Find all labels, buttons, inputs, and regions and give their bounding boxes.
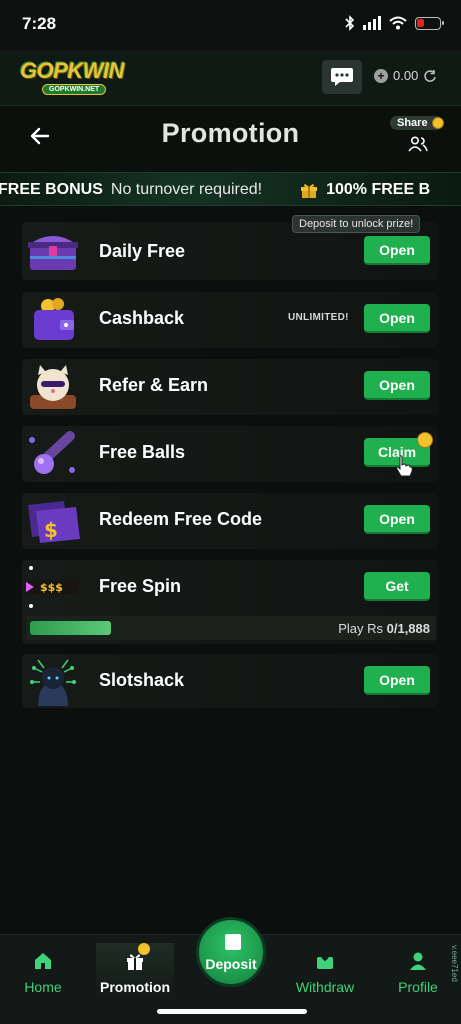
wallet-balance[interactable]: + 0.00 bbox=[374, 68, 437, 83]
promotion-coin-icon bbox=[138, 943, 150, 955]
promo-daily-free[interactable]: Daily Free Deposit to unlock prize! Open bbox=[22, 215, 438, 280]
progress-value: 0/1,888 bbox=[386, 621, 430, 636]
ticket-icon: $ bbox=[28, 501, 80, 543]
svg-text:$: $ bbox=[44, 518, 58, 542]
nav-home-label: Home bbox=[24, 979, 62, 995]
nav-deposit-label: Deposit bbox=[205, 956, 257, 972]
nav-deposit[interactable]: Deposit bbox=[196, 917, 266, 987]
promo-name: Daily Free bbox=[99, 241, 186, 261]
nav-profile[interactable]: Profile bbox=[379, 943, 457, 1001]
share-button[interactable]: Share bbox=[390, 116, 444, 156]
logo-subtitle: GOPKWIN.NET bbox=[42, 84, 107, 95]
status-icons bbox=[345, 15, 444, 31]
progress-fill bbox=[30, 621, 112, 635]
chat-button[interactable] bbox=[322, 60, 362, 94]
refresh-icon[interactable] bbox=[423, 69, 437, 83]
deposit-tooltip: Deposit to unlock prize! bbox=[292, 215, 421, 233]
cat-mascot-icon bbox=[30, 365, 76, 409]
open-button[interactable]: Open bbox=[364, 236, 430, 265]
progress-track bbox=[30, 621, 320, 635]
promo-refer-earn[interactable]: Refer & Earn Open bbox=[22, 359, 438, 415]
unlimited-tag: UNLIMITED! bbox=[288, 312, 349, 323]
promo-name: Refer & Earn bbox=[99, 375, 209, 395]
bluetooth-icon bbox=[345, 15, 355, 31]
open-button[interactable]: Open bbox=[364, 505, 430, 534]
coin-icon bbox=[432, 117, 444, 129]
progress-text: Play Rs 0/1,888 bbox=[338, 621, 430, 636]
wifi-icon bbox=[389, 16, 407, 30]
nav-promotion-label: Promotion bbox=[100, 979, 170, 995]
promo-name: Free Spin bbox=[99, 576, 182, 596]
nav-home[interactable]: Home bbox=[4, 943, 82, 1001]
bottom-nav: Home Promotion Deposit Withdraw Profile bbox=[0, 917, 461, 1024]
promo-free-spin[interactable]: $$$ Free Spin Get Play Rs 0/1,888 bbox=[22, 560, 438, 644]
promo-redeem-code[interactable]: $ Redeem Free Code Open bbox=[22, 493, 438, 549]
hacker-icon bbox=[30, 659, 76, 706]
marquee-bold-1: FREE BONUS bbox=[0, 181, 103, 198]
home-icon bbox=[35, 953, 51, 969]
battery-icon bbox=[415, 16, 444, 30]
nav-withdraw-label: Withdraw bbox=[295, 979, 355, 995]
spin-progress: Play Rs 0/1,888 bbox=[26, 616, 436, 640]
coin-badge-icon bbox=[417, 432, 433, 448]
nav-profile-label: Profile bbox=[398, 979, 438, 995]
nav-promotion[interactable]: Promotion bbox=[96, 943, 174, 1001]
open-button[interactable]: Open bbox=[364, 666, 430, 695]
promo-name: Redeem Free Code bbox=[99, 509, 263, 529]
promo-name: Free Balls bbox=[99, 442, 186, 462]
wallet-icon bbox=[34, 298, 74, 340]
title-bar: Promotion Share bbox=[0, 106, 461, 170]
slot-text: $$$ bbox=[40, 581, 63, 594]
status-bar: 7:28 bbox=[0, 0, 461, 50]
get-button[interactable]: Get bbox=[364, 572, 430, 601]
marquee-text-1: No turnover required! bbox=[110, 181, 263, 198]
profile-icon bbox=[410, 952, 426, 970]
promo-name: Cashback bbox=[99, 308, 185, 328]
progress-label: Play Rs bbox=[338, 621, 383, 636]
treasure-chest-icon bbox=[28, 236, 78, 270]
users-icon bbox=[408, 136, 428, 152]
deposit-icon bbox=[225, 934, 241, 950]
version-text: v.eee71ed bbox=[450, 945, 459, 982]
chat-icon bbox=[331, 68, 353, 86]
balance-amount: 0.00 bbox=[393, 68, 419, 83]
open-button[interactable]: Open bbox=[364, 371, 430, 400]
logo-wordmark: GOPKWIN bbox=[20, 58, 125, 83]
status-time: 7:28 bbox=[22, 14, 57, 33]
promo-name: Slotshack bbox=[99, 670, 185, 690]
home-indicator bbox=[157, 1009, 307, 1014]
marquee-bold-2: 100% FREE B bbox=[326, 181, 431, 198]
slot-machine-icon: $$$ bbox=[26, 566, 78, 608]
top-header: GOPKWIN GOPKWIN.NET + 0.00 bbox=[0, 50, 461, 106]
promo-marquee: FREE BONUS No turnover required! 100% FR… bbox=[0, 172, 461, 206]
promo-slotshack[interactable]: Slotshack Open bbox=[22, 654, 438, 708]
nav-withdraw[interactable]: Withdraw bbox=[286, 943, 364, 1001]
add-funds-icon[interactable]: + bbox=[374, 68, 388, 83]
brand-logo[interactable]: GOPKWIN GOPKWIN.NET bbox=[20, 58, 142, 98]
gift-icon bbox=[301, 184, 318, 198]
hand-pointer-icon bbox=[396, 455, 413, 477]
promo-free-balls[interactable]: Free Balls Claim bbox=[22, 426, 438, 482]
signal-icon bbox=[363, 16, 381, 30]
withdraw-icon bbox=[317, 952, 333, 969]
promo-cashback[interactable]: Cashback UNLIMITED! Open bbox=[22, 292, 438, 348]
ball-icon bbox=[29, 431, 75, 474]
open-button[interactable]: Open bbox=[364, 304, 430, 333]
